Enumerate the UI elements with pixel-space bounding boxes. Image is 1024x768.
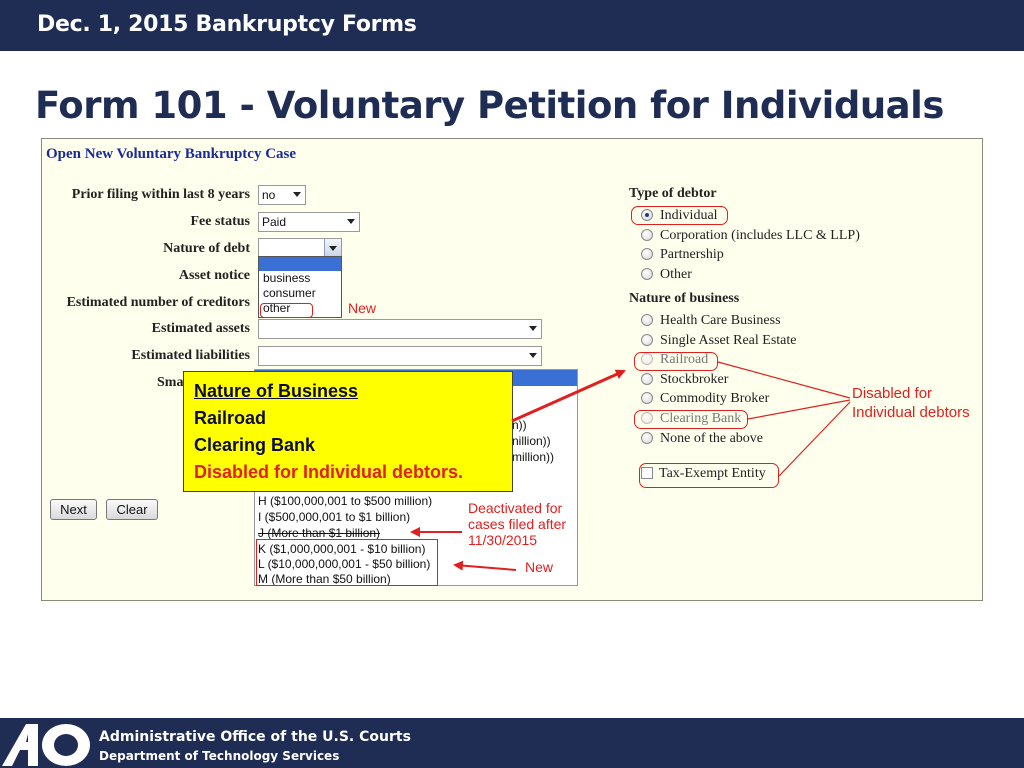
radio-label: Single Asset Real Estate xyxy=(660,333,797,348)
fee-status-value: Paid xyxy=(262,215,287,229)
prior-filing-value: no xyxy=(262,188,276,202)
radio-label: Stockbroker xyxy=(660,372,729,387)
disabled-note-line: Individual debtors xyxy=(852,404,970,421)
footer-department: Department of Technology Services xyxy=(99,749,340,763)
callout-line: Clearing Bank xyxy=(194,435,316,455)
type-of-debtor-heading: Type of debtor xyxy=(629,186,717,201)
list-item[interactable]: n)) xyxy=(512,418,527,432)
radio-label: Partnership xyxy=(660,247,724,262)
prior-filing-select[interactable]: no xyxy=(258,185,306,205)
radio-icon xyxy=(641,229,653,241)
deactivated-note-line: Deactivated for xyxy=(468,500,563,516)
clear-button[interactable]: Clear xyxy=(106,499,158,520)
radio-icon xyxy=(641,314,653,326)
form-heading: Open New Voluntary Bankruptcy Case xyxy=(46,146,297,162)
debtor-partnership-radio[interactable]: Partnership xyxy=(641,246,724,264)
callout-title: Nature of Business xyxy=(194,381,359,401)
radio-label: Health Care Business xyxy=(660,313,781,328)
radio-icon xyxy=(641,248,653,260)
dropdown-highlight xyxy=(259,257,341,271)
radio-label: None of the above xyxy=(660,431,764,446)
list-item[interactable]: million)) xyxy=(512,450,554,464)
option-business[interactable]: business xyxy=(259,271,341,286)
estimated-assets-label: Estimated assets xyxy=(151,321,250,336)
small-business-label: Sma xyxy=(157,375,184,390)
estimated-liabilities-label: Estimated liabilities xyxy=(131,348,250,363)
footer-organization: Administrative Office of the U.S. Courts xyxy=(99,729,411,745)
radio-icon xyxy=(641,334,653,346)
list-item-j-deactivated: J (More than $1 billion) xyxy=(258,526,381,540)
radio-label: Other xyxy=(660,267,692,282)
list-item-i[interactable]: I ($500,000,001 to $1 billion) xyxy=(258,510,410,524)
nature-of-debt-label: Nature of debt xyxy=(163,241,250,256)
asset-notice-label: Asset notice xyxy=(178,268,250,283)
new-items-highlight-box xyxy=(256,539,438,586)
list-item[interactable]: nillion)) xyxy=(512,434,551,448)
individual-highlight-ring xyxy=(631,206,728,225)
disabled-note-line: Disabled for xyxy=(852,385,933,402)
option-consumer[interactable]: consumer xyxy=(259,286,341,301)
fee-status-label: Fee status xyxy=(190,214,251,229)
chevron-down-icon xyxy=(529,326,537,331)
callout-line: Railroad xyxy=(194,408,267,428)
railroad-highlight-ring xyxy=(634,352,718,371)
deactivated-note-line: 11/30/2015 xyxy=(468,532,538,548)
debtor-corporation-radio[interactable]: Corporation (includes LLC & LLP) xyxy=(641,227,860,245)
nature-of-business-heading: Nature of business xyxy=(629,291,740,306)
new-annotation: New xyxy=(348,300,377,316)
business-none-radio[interactable]: None of the above xyxy=(641,430,763,448)
estimated-liabilities-select[interactable] xyxy=(258,346,542,366)
list-item-h[interactable]: H ($100,000,001 to $500 million) xyxy=(258,494,432,508)
debtor-other-radio[interactable]: Other xyxy=(641,266,692,284)
chevron-down-icon xyxy=(529,353,537,358)
next-button[interactable]: Next xyxy=(50,499,97,520)
new-annotation: New xyxy=(525,559,554,575)
radio-label: Commodity Broker xyxy=(660,391,770,406)
estimated-assets-select[interactable] xyxy=(258,319,542,339)
nature-of-business-callout: Nature of Business Railroad Clearing Ban… xyxy=(183,371,513,492)
business-commodity-broker-radio[interactable]: Commodity Broker xyxy=(641,390,769,408)
radio-icon xyxy=(641,373,653,385)
other-highlight-ring xyxy=(260,303,313,318)
chevron-down-icon xyxy=(329,246,337,251)
top-bar: Dec. 1, 2015 Bankruptcy Forms xyxy=(0,0,1024,51)
radio-icon xyxy=(641,268,653,280)
fee-status-select[interactable]: Paid xyxy=(258,212,360,232)
business-single-asset-radio[interactable]: Single Asset Real Estate xyxy=(641,332,796,350)
slide-title: Form 101 - Voluntary Petition for Indivi… xyxy=(35,84,944,127)
deactivated-note-line: cases filed after xyxy=(468,516,567,532)
chevron-down-icon xyxy=(347,219,355,224)
radio-icon xyxy=(641,392,653,404)
dropdown-button[interactable] xyxy=(324,239,341,257)
tax-exempt-highlight-ring xyxy=(639,463,779,488)
radio-label: Corporation (includes LLC & LLP) xyxy=(660,228,860,243)
deck-title: Dec. 1, 2015 Bankruptcy Forms xyxy=(37,12,417,37)
clearing-bank-highlight-ring xyxy=(634,410,748,429)
estimated-creditors-label: Estimated number of creditors xyxy=(66,295,250,310)
business-health-care-radio[interactable]: Health Care Business xyxy=(641,312,781,330)
radio-icon xyxy=(641,432,653,444)
deactivated-note: Deactivated for cases filed after 11/30/… xyxy=(468,500,566,548)
callout-warning: Disabled for Individual debtors. xyxy=(194,462,464,482)
business-stockbroker-radio[interactable]: Stockbroker xyxy=(641,371,728,389)
nature-of-debt-select[interactable] xyxy=(258,238,342,258)
ao-logo-icon xyxy=(2,724,90,766)
prior-filing-label: Prior filing within last 8 years xyxy=(71,187,250,202)
chevron-down-icon xyxy=(293,192,301,197)
disabled-note: Disabled for Individual debtors xyxy=(852,384,970,422)
